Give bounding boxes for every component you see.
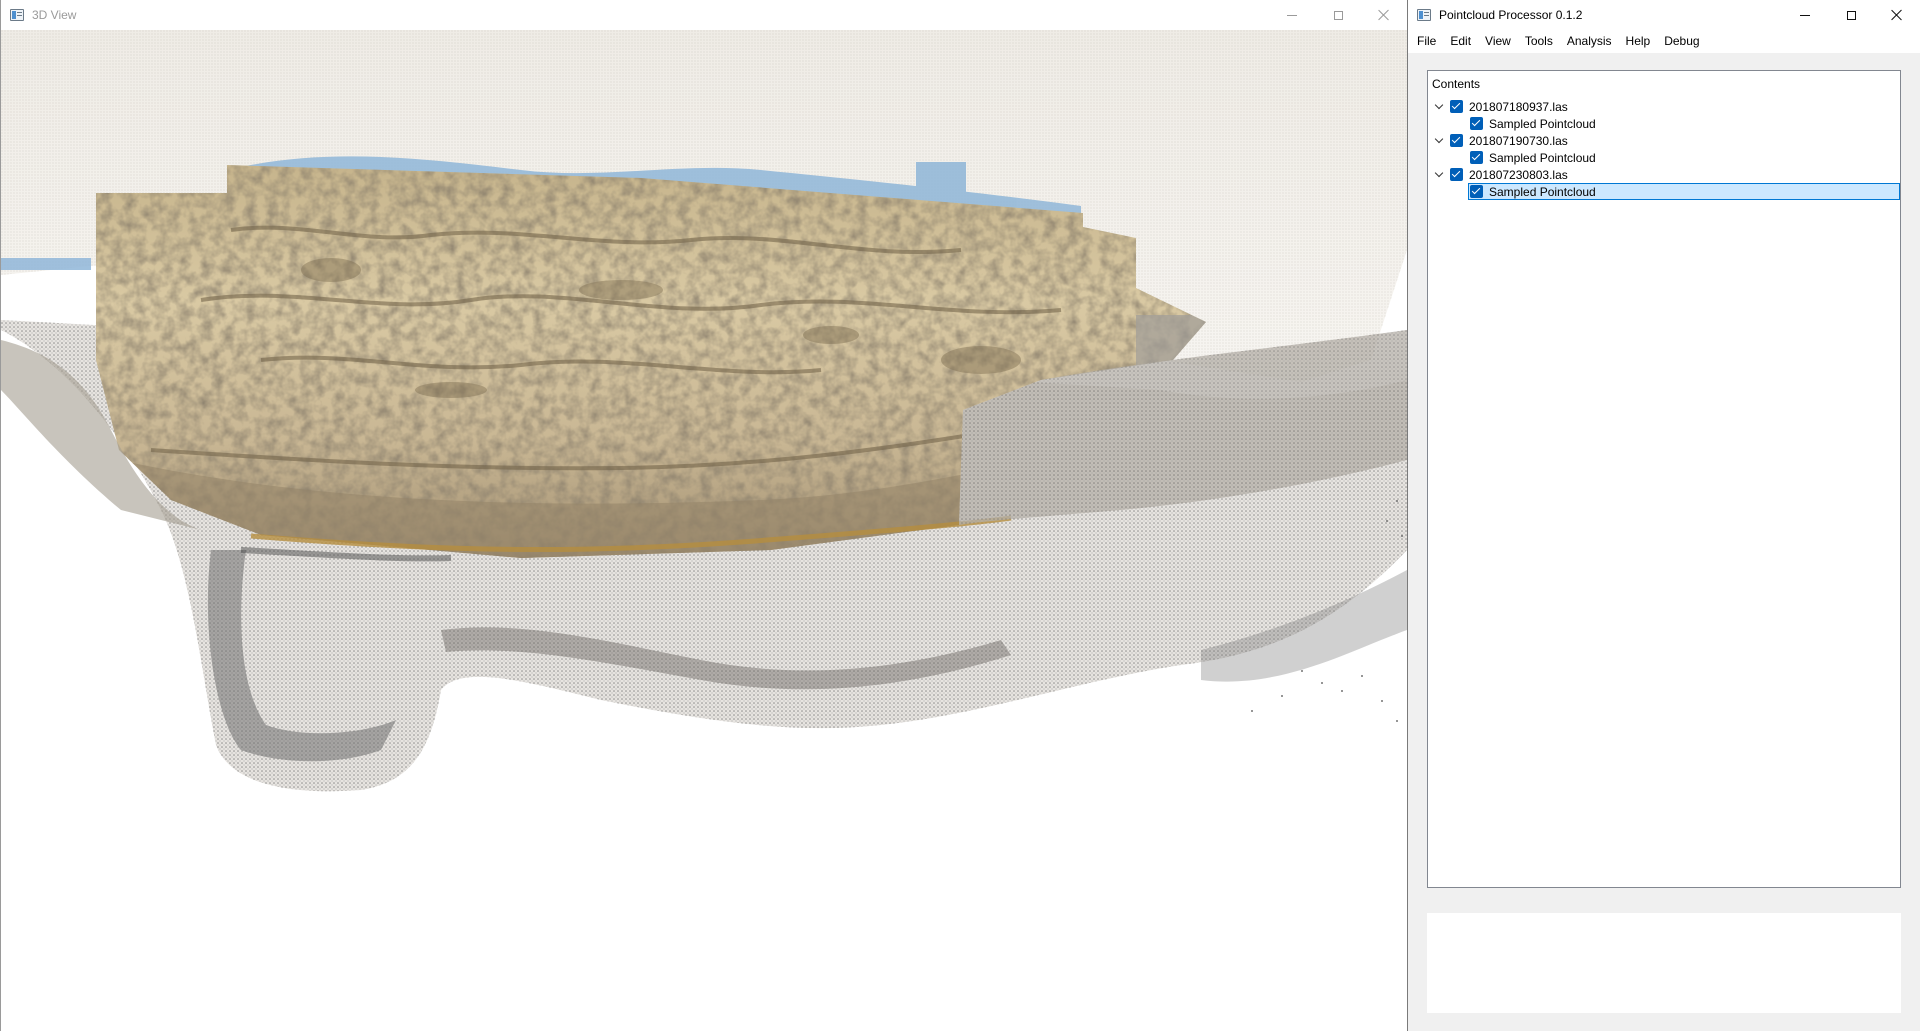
child-checkbox[interactable] [1470,185,1483,198]
maximize-button[interactable] [1828,0,1874,30]
maximize-icon [1846,10,1856,20]
file-name: 201807230803.las [1469,167,1568,182]
properties-panel [1427,913,1901,1013]
minimize-button[interactable] [1269,0,1315,30]
child-checkbox[interactable] [1470,151,1483,164]
menu-tools[interactable]: Tools [1518,30,1560,53]
menu-file[interactable]: File [1410,30,1443,53]
tree-item-file[interactable]: 201807230803.las [1435,166,1568,183]
processor-titlebar[interactable]: Pointcloud Processor 0.1.2 [1408,0,1920,30]
chevron-down-icon[interactable] [1435,103,1443,111]
window-title: Pointcloud Processor 0.1.2 [1439,8,1583,22]
menu-view[interactable]: View [1478,30,1518,53]
3d-view-titlebar[interactable]: 3D View [1,0,1407,30]
tree-item-file[interactable]: 201807190730.las [1435,132,1568,149]
menu-bar: File Edit View Tools Analysis Help Debug [1408,30,1920,53]
file-name: 201807180937.las [1469,99,1568,114]
menu-edit[interactable]: Edit [1443,30,1478,53]
file-checkbox[interactable] [1450,168,1463,181]
file-name: 201807190730.las [1469,133,1568,148]
3d-viewport[interactable] [1,30,1407,1031]
tree-item-child[interactable]: Sampled Pointcloud [1470,149,1596,166]
close-icon [1378,9,1390,21]
tree-item-file[interactable]: 201807180937.las [1435,98,1568,115]
tree-item-child-selected[interactable]: Sampled Pointcloud [1470,183,1596,200]
menu-help[interactable]: Help [1619,30,1658,53]
minimize-icon [1287,14,1297,16]
menu-analysis[interactable]: Analysis [1560,30,1619,53]
contents-panel: Contents 201807180937.las Sampled Pointc… [1427,70,1901,888]
app-window-icon [1417,9,1431,21]
child-checkbox[interactable] [1470,117,1483,130]
close-button[interactable] [1361,0,1407,30]
file-checkbox[interactable] [1450,134,1463,147]
child-name: Sampled Pointcloud [1489,150,1596,165]
app-window-icon [10,9,24,21]
window-title: 3D View [32,8,77,22]
point-cloud-render[interactable] [1,30,1407,1031]
minimize-icon [1800,14,1810,16]
file-checkbox[interactable] [1450,100,1463,113]
chevron-down-icon[interactable] [1435,171,1443,179]
child-name: Sampled Pointcloud [1489,184,1596,199]
tree-item-child[interactable]: Sampled Pointcloud [1470,115,1596,132]
close-button[interactable] [1874,0,1920,30]
maximize-button[interactable] [1315,0,1361,30]
pointcloud-processor-window: Pointcloud Processor 0.1.2 File Edit Vie… [1407,0,1920,1031]
child-name: Sampled Pointcloud [1489,116,1596,131]
contents-header: Contents [1432,77,1481,91]
chevron-down-icon[interactable] [1435,137,1443,145]
minimize-button[interactable] [1782,0,1828,30]
menu-debug[interactable]: Debug [1657,30,1706,53]
3d-view-window: 3D View [0,0,1407,1031]
maximize-icon [1333,10,1343,20]
close-icon [1891,9,1903,21]
